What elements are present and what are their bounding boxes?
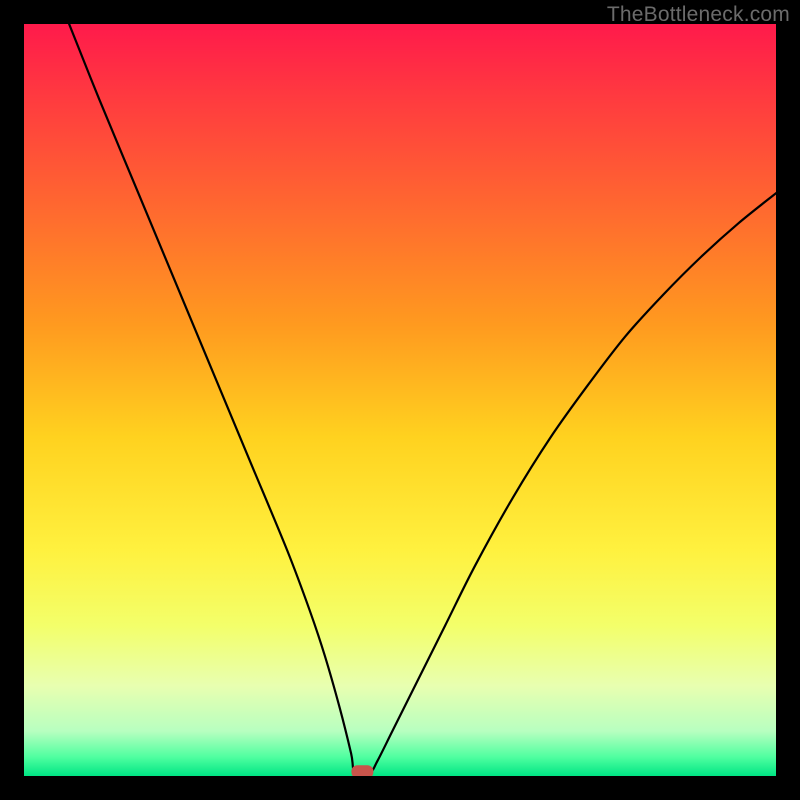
chart-background [24,24,776,776]
chart-plot [24,24,776,776]
watermark-text: TheBottleneck.com [607,3,790,27]
chart-marker [351,765,373,776]
chart-frame: TheBottleneck.com [0,0,800,800]
